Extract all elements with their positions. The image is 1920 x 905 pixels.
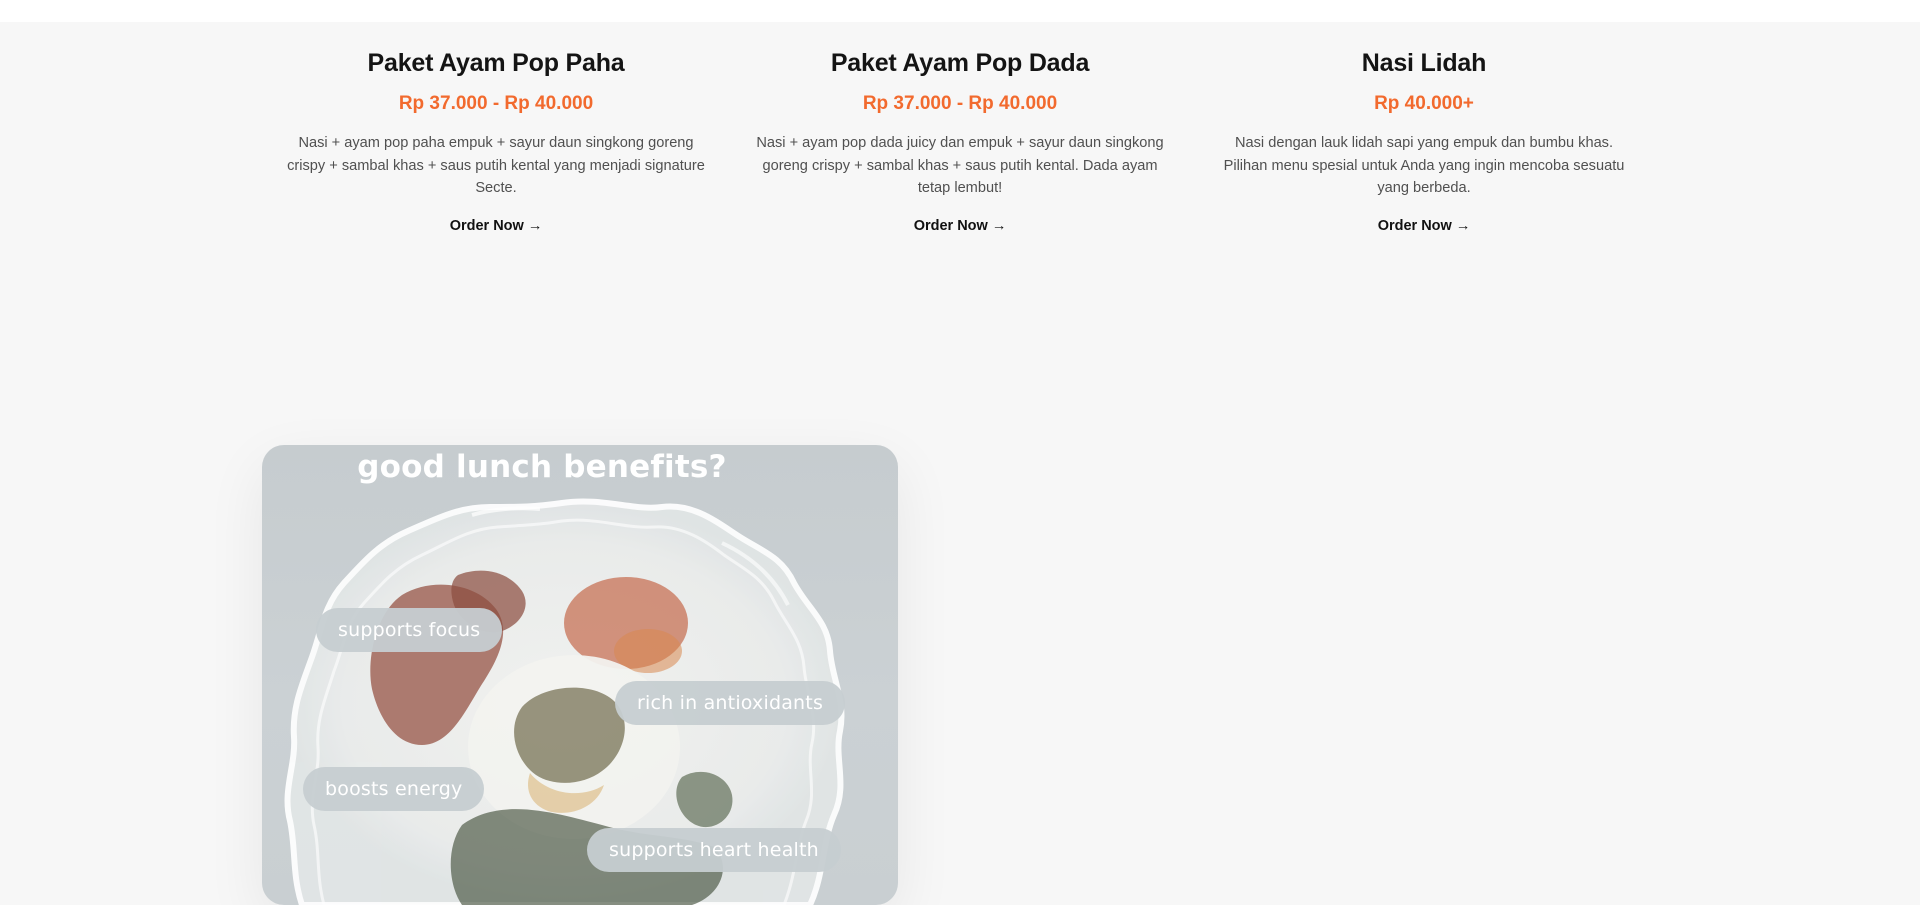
benefit-pill-supports-heart-health: supports heart health — [587, 828, 841, 872]
menu-title: Paket Ayam Pop Paha — [367, 49, 625, 77]
arrow-right-icon: → — [527, 217, 543, 234]
top-bar — [0, 0, 1920, 22]
benefit-pill-boosts-energy: boosts energy — [303, 767, 485, 811]
lunch-benefits-card: good lunch benefits? supports focus rich… — [262, 445, 898, 905]
menu-price: Rp 40.000+ — [1374, 93, 1474, 114]
menu-description: Nasi + ayam pop paha empuk + sayur daun … — [287, 135, 705, 196]
menu-price: Rp 37.000 - Rp 40.000 — [398, 93, 594, 114]
order-now-label: Order Now — [449, 217, 524, 234]
menu-card-paket-ayam-pop-paha: Paket Ayam Pop Paha Rp 37.000 - Rp 40.00… — [276, 48, 716, 236]
menu-card-nasi-lidah: Nasi Lidah Rp 40.000+ Nasi dengan lauk l… — [1204, 48, 1644, 236]
order-now-link[interactable]: Order Now → — [914, 216, 1007, 236]
order-now-label: Order Now — [1377, 217, 1452, 234]
arrow-right-icon: → — [1455, 217, 1471, 234]
menu-description: Nasi dengan lauk lidah sapi yang empuk d… — [1223, 135, 1625, 196]
promo-title: good lunch benefits? — [357, 449, 727, 485]
order-now-link[interactable]: Order Now → — [450, 216, 543, 236]
benefit-pill-rich-in-antioxidants: rich in antioxidants — [615, 681, 846, 725]
menu-card-paket-ayam-pop-dada: Paket Ayam Pop Dada Rp 37.000 - Rp 40.00… — [740, 48, 1180, 236]
order-now-label: Order Now — [913, 217, 988, 234]
menu-title: Nasi Lidah — [1361, 49, 1487, 77]
benefit-pill-supports-focus: supports focus — [316, 608, 503, 652]
menu-description: Nasi + ayam pop dada juicy dan empuk + s… — [756, 135, 1164, 196]
order-now-link[interactable]: Order Now → — [1378, 216, 1471, 236]
menu-title: Paket Ayam Pop Dada — [830, 49, 1090, 77]
arrow-right-icon: → — [991, 217, 1007, 234]
menu-price: Rp 37.000 - Rp 40.000 — [862, 93, 1058, 114]
